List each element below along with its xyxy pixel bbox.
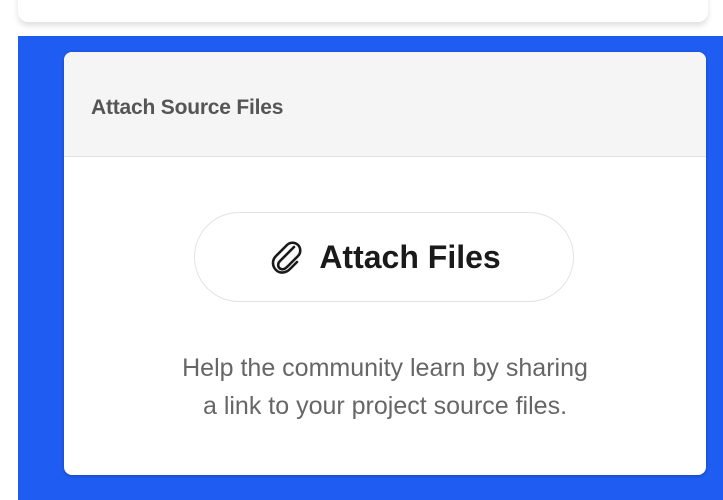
card-title: Attach Source Files	[91, 96, 284, 119]
previous-card-edge	[18, 0, 708, 22]
paperclip-icon	[267, 237, 307, 277]
top-strip	[0, 0, 723, 36]
attach-files-label: Attach Files	[319, 238, 501, 275]
help-text-line-1: Help the community learn by sharing	[182, 354, 588, 382]
help-text-line-2: a link to your project source files.	[202, 392, 568, 420]
attach-source-files-card: Attach Source Files Attach Files Help th…	[64, 52, 706, 475]
help-text: Help the community learn by sharing a li…	[84, 349, 686, 425]
attach-files-button[interactable]: Attach Files	[194, 212, 574, 302]
card-header: Attach Source Files	[64, 52, 706, 157]
